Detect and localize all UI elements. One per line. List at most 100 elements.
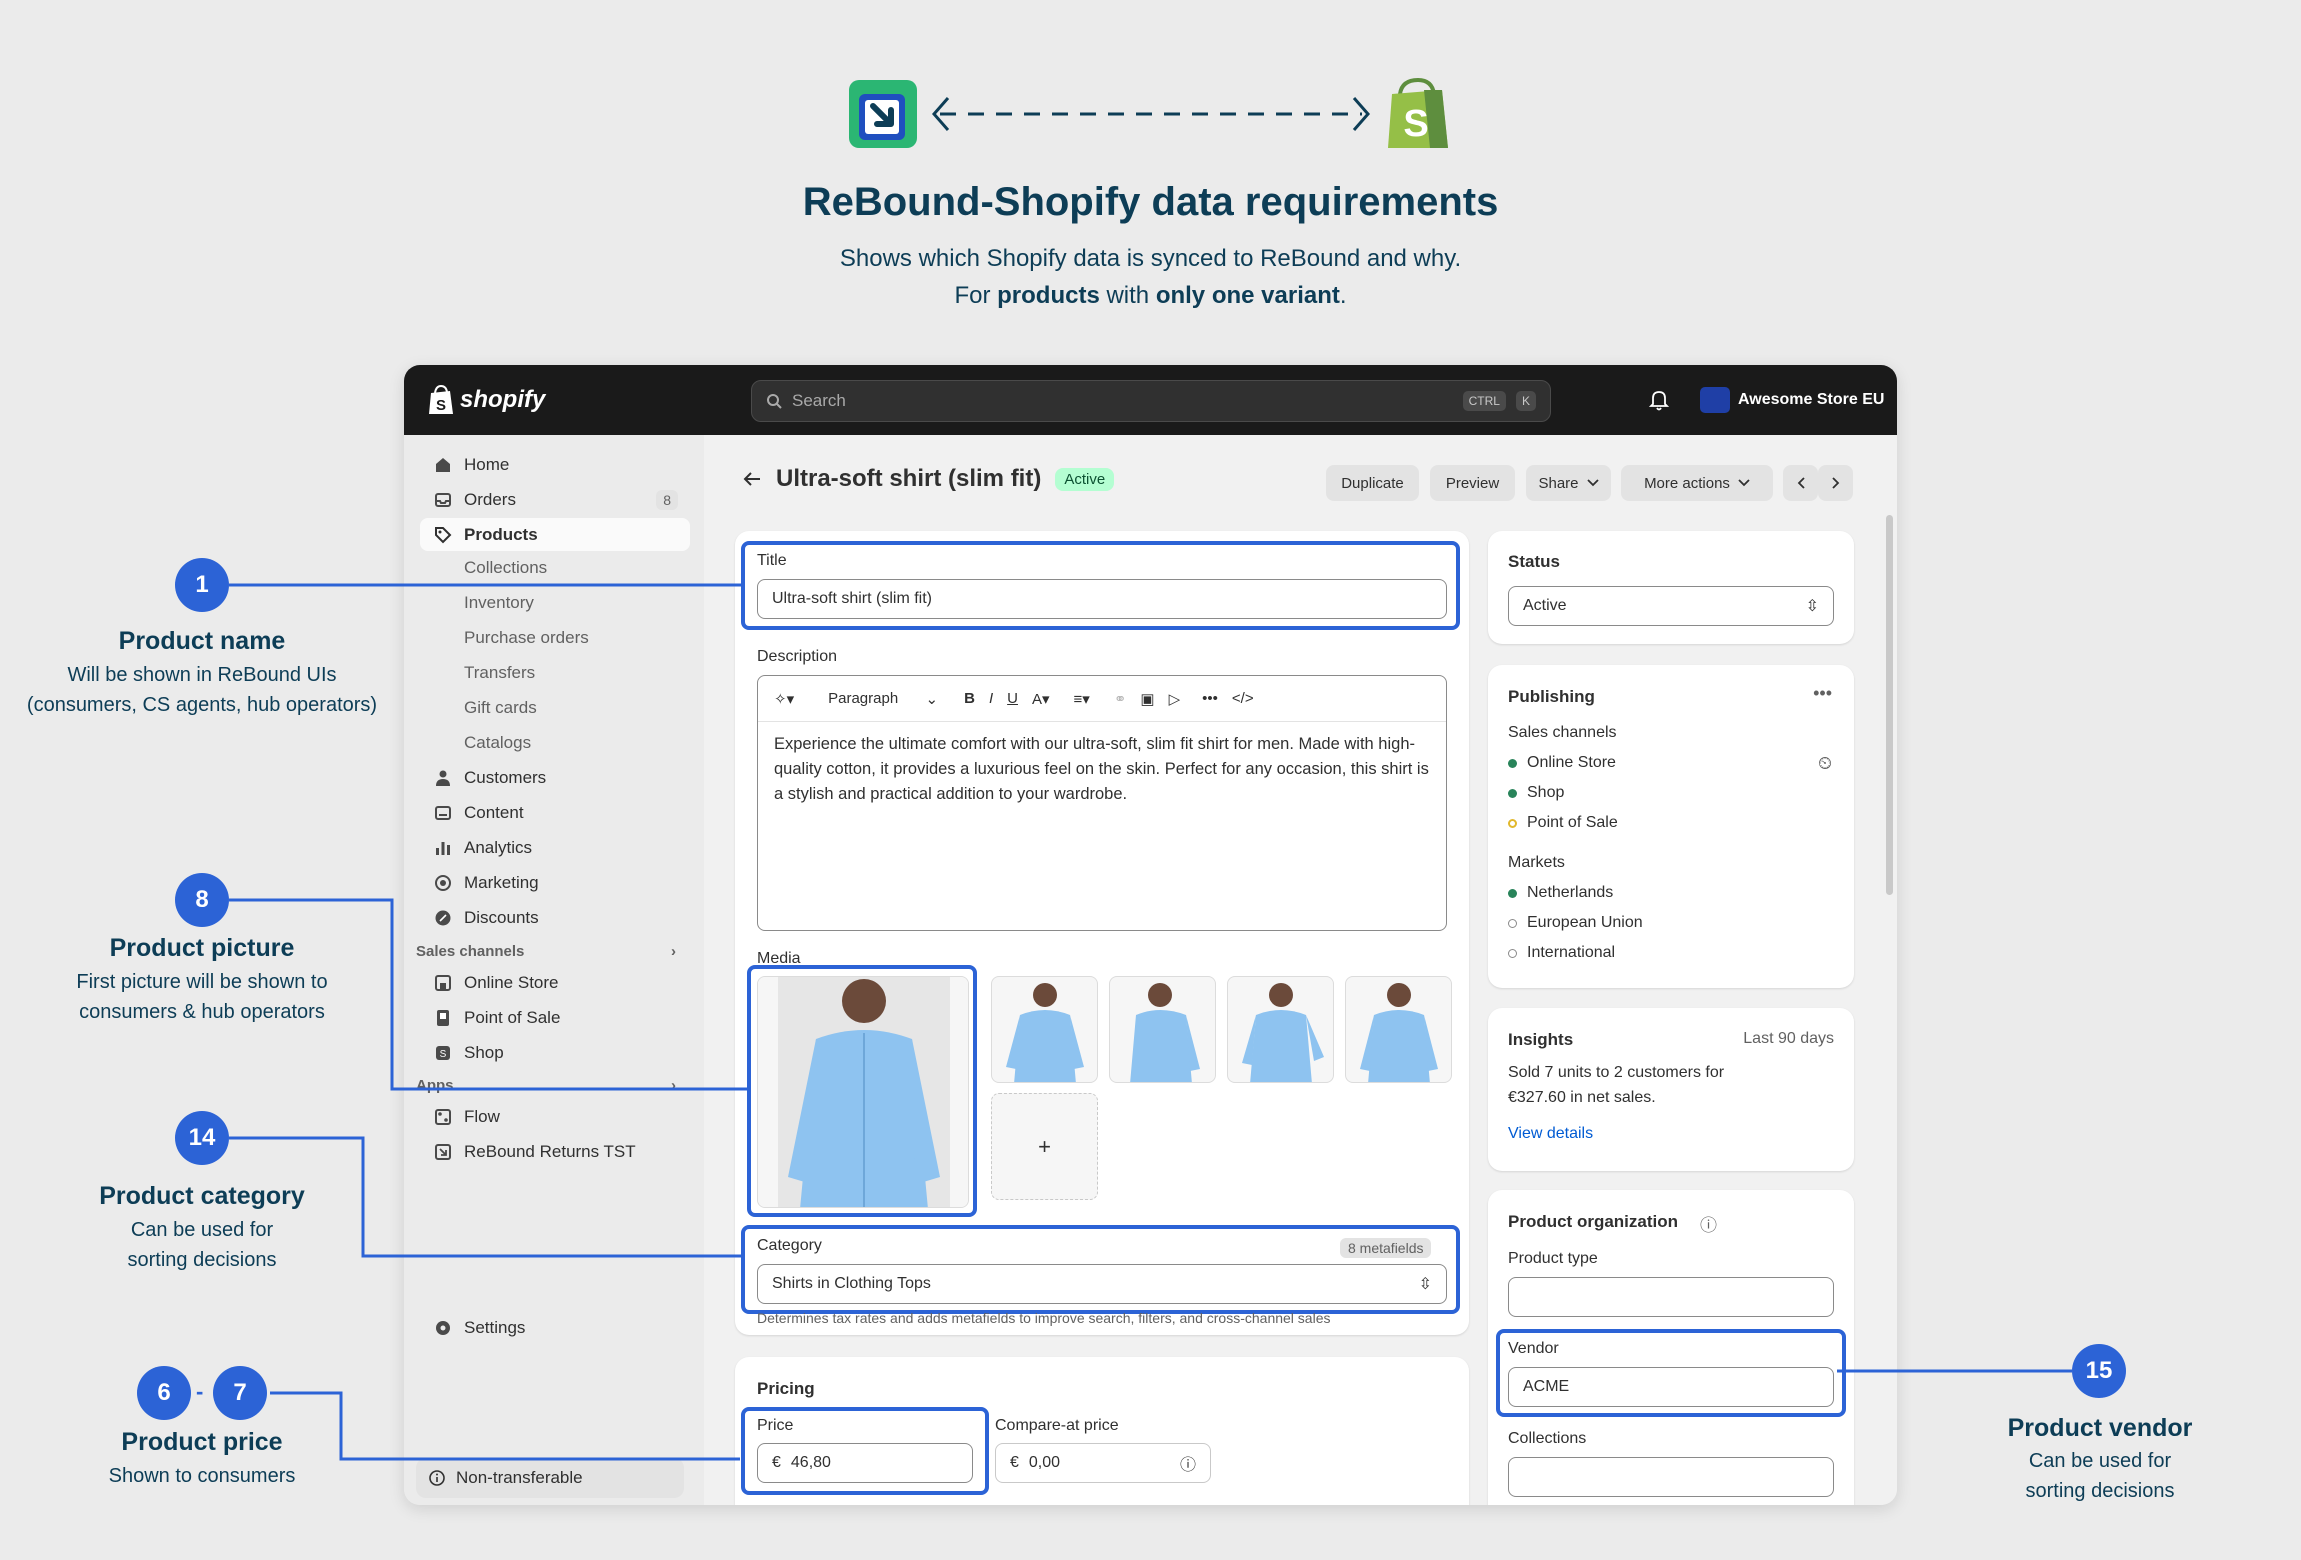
media-thumbnail[interactable] xyxy=(1109,976,1216,1083)
badge-separator: - xyxy=(196,1379,204,1404)
channel-name: Online Store xyxy=(1527,754,1616,771)
info-icon[interactable]: ⓘ xyxy=(1700,1211,1717,1236)
sidebar-item-settings[interactable]: Settings xyxy=(420,1311,690,1344)
more-horizontal-icon[interactable]: ••• xyxy=(1202,690,1218,707)
annotation-badge-1: 1 xyxy=(175,558,229,612)
brand-wordmark: shopify xyxy=(460,386,546,413)
status-label: Status xyxy=(1508,552,1560,571)
sidebar-item-point-of-sale[interactable]: Point of Sale xyxy=(420,1001,690,1034)
subtitle-line-1: Shows which Shopify data is synced to Re… xyxy=(839,245,1462,272)
media-thumbnail[interactable] xyxy=(1227,976,1334,1083)
scrollbar[interactable] xyxy=(1886,515,1893,895)
compare-at-field[interactable]: €0,00 ⓘ xyxy=(995,1443,1211,1483)
duplicate-button[interactable]: Duplicate xyxy=(1326,465,1419,501)
search-icon xyxy=(767,394,782,409)
sidebar-subitem-inventory[interactable]: Inventory xyxy=(464,593,534,613)
apps-group[interactable]: Apps › xyxy=(416,1077,682,1094)
eu-flag-icon xyxy=(1700,387,1730,413)
sidebar-item-home[interactable]: Home xyxy=(420,448,690,481)
add-media-button[interactable]: + xyxy=(991,1093,1098,1200)
bold-icon[interactable]: B xyxy=(964,690,975,707)
subtitle-bold-2: only one variant xyxy=(1155,282,1340,309)
annotation-desc-product-price: Shown to consumers xyxy=(0,1461,404,1491)
sales-channels-group[interactable]: Sales channels › xyxy=(416,943,682,960)
channel-point-of-sale: Point of Sale xyxy=(1508,814,1618,832)
help-circle-icon[interactable]: ⓘ xyxy=(1180,1451,1196,1475)
sidebar-item-rebound[interactable]: ReBound Returns TST xyxy=(420,1135,690,1168)
sidebar-item-online-store[interactable]: Online Store xyxy=(420,966,690,999)
more-horizontal-icon[interactable]: ••• xyxy=(1813,683,1832,704)
highlight-vendor xyxy=(1496,1329,1846,1417)
sidebar-subitem-collections[interactable]: Collections xyxy=(464,558,547,578)
sidebar-item-orders[interactable]: Orders 8 xyxy=(420,483,690,516)
page-heading: ReBound-Shopify data requirements xyxy=(802,180,1499,224)
annotation-badge-6: 6 xyxy=(137,1366,191,1420)
underline-icon[interactable]: U xyxy=(1007,690,1018,707)
status-select[interactable]: Active ⇳ xyxy=(1508,586,1834,626)
sidebar-item-label: Discounts xyxy=(464,907,539,927)
market-name: Netherlands xyxy=(1527,884,1614,901)
align-icon[interactable]: ≡▾ xyxy=(1074,690,1090,708)
search-input[interactable]: Search CTRL K xyxy=(751,380,1551,422)
previous-product-button[interactable] xyxy=(1783,465,1818,501)
store-switcher[interactable]: Awesome Store EU xyxy=(1700,387,1884,413)
compare-value: 0,00 xyxy=(1028,1454,1061,1471)
sidebar-item-flow[interactable]: Flow xyxy=(420,1100,690,1133)
collections-field[interactable] xyxy=(1508,1457,1834,1497)
sidebar-item-products[interactable]: Products xyxy=(420,518,690,551)
non-transferable-notice[interactable]: Non-transferable xyxy=(416,1458,684,1498)
sidebar: Home Orders 8 Products Collections Inven… xyxy=(404,435,704,1505)
paragraph-label: Paragraph xyxy=(828,689,899,707)
sidebar-item-marketing[interactable]: Marketing xyxy=(420,866,690,899)
shirt-photo xyxy=(1006,983,1084,1082)
image-icon[interactable]: ▣ xyxy=(1140,690,1154,708)
market-international: International xyxy=(1508,944,1615,962)
compare-at-label: Compare-at price xyxy=(995,1417,1119,1434)
sidebar-subitem-gift-cards[interactable]: Gift cards xyxy=(464,698,537,718)
sidebar-subitem-catalogs[interactable]: Catalogs xyxy=(464,733,531,753)
sidebar-item-shop[interactable]: S Shop xyxy=(420,1036,690,1069)
text-color-icon[interactable]: A▾ xyxy=(1032,690,1050,708)
sidebar-item-customers[interactable]: Customers xyxy=(420,761,690,794)
share-button[interactable]: Share xyxy=(1526,465,1611,501)
italic-icon[interactable]: I xyxy=(989,690,993,707)
sidebar-item-analytics[interactable]: Analytics xyxy=(420,831,690,864)
media-thumbnail[interactable] xyxy=(991,976,1098,1083)
sidebar-subitem-transfers[interactable]: Transfers xyxy=(464,663,535,683)
ai-sparkle-icon[interactable]: ✧▾ xyxy=(774,690,794,708)
desc-line: First picture will be shown to xyxy=(76,971,328,993)
svg-text:S: S xyxy=(436,397,446,414)
preview-button[interactable]: Preview xyxy=(1430,465,1515,501)
status-dot xyxy=(1508,788,1517,798)
discount-icon xyxy=(435,910,451,925)
store-name: Awesome Store EU xyxy=(1738,391,1885,408)
subtitle-mid: with xyxy=(1099,282,1156,309)
pricing-card: Pricing Price €46,80 Compare-at price €0… xyxy=(735,1357,1469,1505)
next-product-button[interactable] xyxy=(1818,465,1853,501)
chevron-down-icon xyxy=(1738,479,1750,487)
sidebar-item-label: Products xyxy=(464,524,538,544)
calendar-icon[interactable]: ⏲ xyxy=(1818,753,1832,774)
video-icon[interactable]: ▷ xyxy=(1169,690,1181,708)
page-header: Ultra-soft shirt (slim fit) Active xyxy=(742,465,1115,493)
compare-at-value: €0,00 xyxy=(1010,1454,1060,1472)
main-content: Ultra-soft shirt (slim fit) Active Dupli… xyxy=(704,435,1897,1505)
pos-icon xyxy=(437,1009,449,1026)
view-details-link[interactable]: View details xyxy=(1508,1125,1593,1143)
bell-icon[interactable] xyxy=(1649,389,1669,411)
annotation-badge-8: 8 xyxy=(175,873,229,927)
sidebar-item-content[interactable]: Content xyxy=(420,796,690,829)
paragraph-select[interactable]: Paragraph ⌄ xyxy=(828,690,938,708)
shopify-brand[interactable]: S shopify xyxy=(428,385,545,415)
status-badge: Active xyxy=(1055,467,1115,491)
product-type-field[interactable] xyxy=(1508,1277,1834,1317)
sidebar-subitem-purchase-orders[interactable]: Purchase orders xyxy=(464,628,589,648)
code-icon[interactable]: </> xyxy=(1232,690,1254,707)
back-arrow-icon[interactable] xyxy=(742,470,762,488)
more-actions-button[interactable]: More actions xyxy=(1621,465,1773,501)
description-editor[interactable]: ✧▾ Paragraph ⌄ B I U A▾ ≡▾ ⚭ ▣ ▷ ••• </> … xyxy=(757,675,1447,931)
media-thumbnail[interactable] xyxy=(1345,976,1452,1083)
link-icon[interactable]: ⚭ xyxy=(1114,690,1127,708)
shortcut-key-ctrl: CTRL xyxy=(1462,391,1506,411)
sidebar-item-discounts[interactable]: Discounts xyxy=(420,901,690,934)
